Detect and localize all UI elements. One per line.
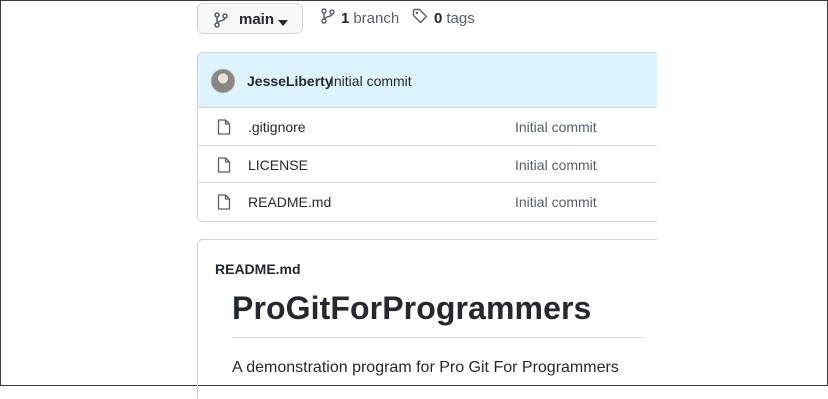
file-icon — [217, 119, 231, 140]
divider — [232, 337, 644, 338]
branch-count: 1 — [341, 9, 350, 27]
tag-count: 0 — [434, 9, 443, 27]
branch-label: branch — [353, 9, 400, 27]
readme-box: README.md ProGitForProgrammers A demonst… — [197, 239, 657, 399]
branch-name: main — [239, 11, 275, 28]
commit-author[interactable]: JesseLiberty — [247, 73, 333, 89]
avatar[interactable] — [211, 69, 235, 93]
file-icon — [217, 194, 231, 215]
table-row: README.md Initial commit — [198, 183, 657, 221]
table-row: .gitignore Initial commit — [198, 108, 657, 146]
file-name[interactable]: LICENSE — [248, 157, 308, 173]
file-icon — [217, 156, 231, 178]
file-commit-message[interactable]: Initial commit — [515, 119, 597, 135]
latest-commit-bar: JesseLiberty Initial commit — [198, 53, 657, 108]
branch-select-button[interactable]: main — [197, 3, 303, 34]
table-row: LICENSE Initial commit — [198, 146, 657, 183]
file-commit-message[interactable]: Initial commit — [515, 194, 597, 210]
tags-link[interactable]: 0 tags — [412, 8, 475, 28]
branches-link[interactable]: 1 branch — [321, 8, 399, 28]
file-list-box: JesseLiberty Initial commit .gitignore I… — [197, 52, 657, 222]
chevron-down-icon — [278, 14, 288, 32]
git-branch-icon — [214, 12, 228, 33]
git-branch-icon — [321, 8, 341, 28]
tag-icon — [412, 8, 434, 28]
readme-description: A demonstration program for Pro Git For … — [232, 359, 619, 376]
readme-filename[interactable]: README.md — [215, 261, 301, 277]
readme-title: ProGitForProgrammers — [232, 290, 592, 326]
file-name[interactable]: README.md — [248, 194, 331, 210]
tag-label: tags — [446, 9, 475, 27]
commit-message[interactable]: Initial commit — [330, 73, 412, 89]
file-commit-message[interactable]: Initial commit — [515, 157, 597, 173]
file-name[interactable]: .gitignore — [248, 119, 306, 135]
